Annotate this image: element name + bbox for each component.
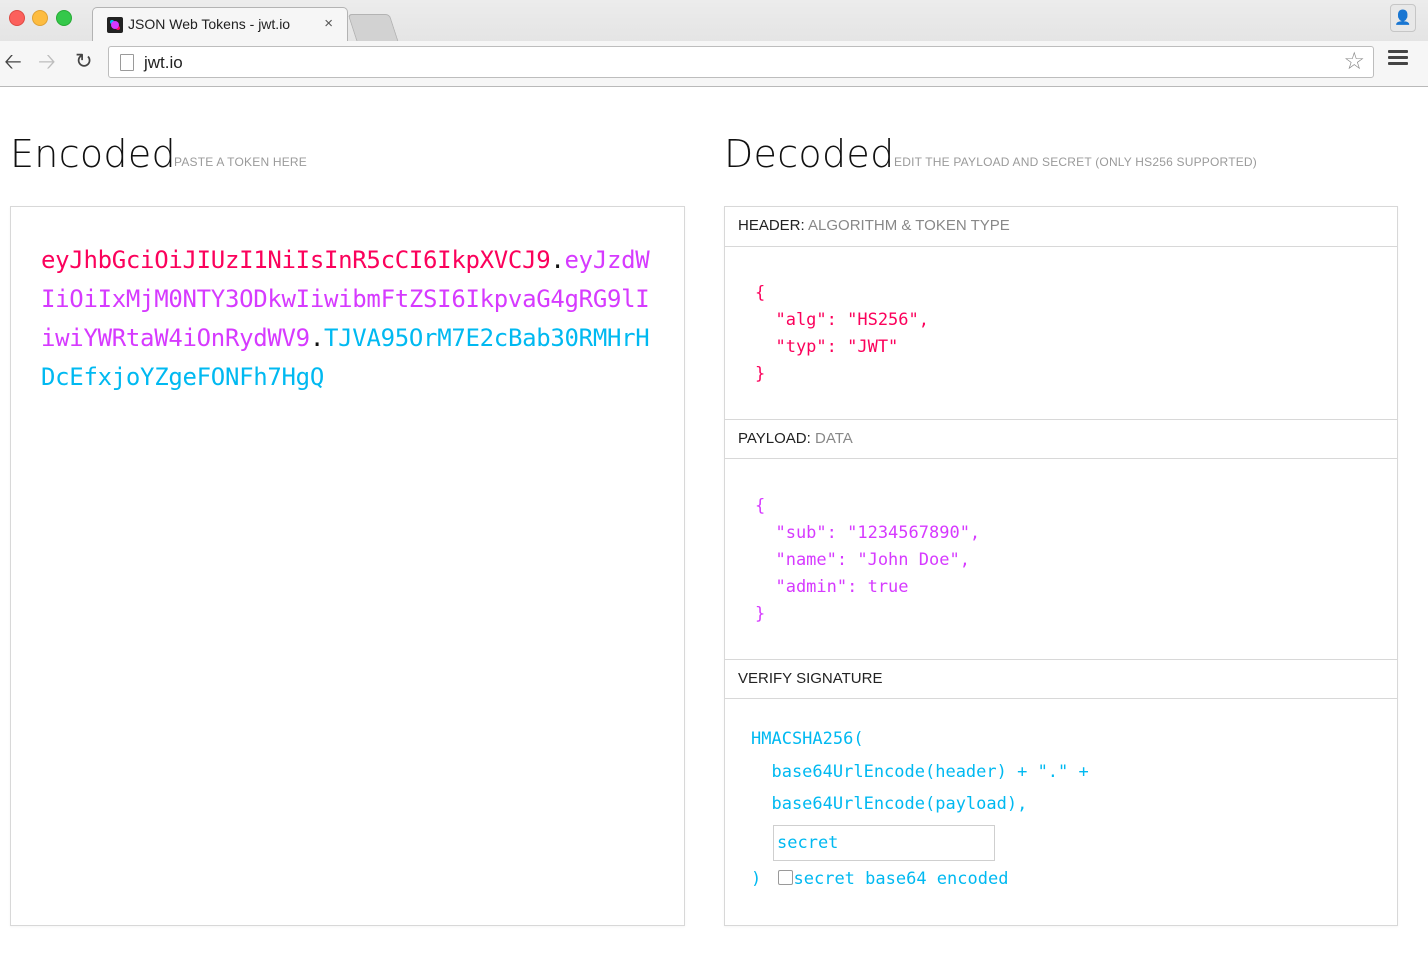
address-bar[interactable]: jwt.io ☆ [108, 46, 1374, 78]
url-text[interactable]: jwt.io [144, 53, 183, 73]
forward-arrow-icon[interactable]: 🡢 [38, 49, 56, 75]
token-separator: . [550, 246, 565, 274]
decoded-panel: HEADER: ALGORITHM & TOKEN TYPE { "alg": … [724, 206, 1398, 926]
header-label: HEADER: [738, 217, 805, 234]
base64-row: ) secret base64 encoded [751, 869, 1008, 889]
secret-input[interactable] [773, 825, 995, 861]
maximize-window-button[interactable] [56, 10, 72, 26]
menu-icon[interactable] [1388, 50, 1408, 66]
browser-toolbar: 🡠 🡢 ↻ jwt.io ☆ [0, 41, 1428, 86]
payload-json-editor[interactable]: { "sub": "1234567890", "name": "John Doe… [755, 493, 980, 628]
close-window-button[interactable] [9, 10, 25, 26]
browser-tab[interactable]: JSON Web Tokens - jwt.io × [92, 7, 348, 41]
star-icon[interactable]: ☆ [1343, 49, 1365, 75]
reload-icon[interactable]: ↻ [75, 49, 93, 75]
token-header-part: eyJhbGciOiJIUzI1NiIsInR5cCI6IkpXVCJ9 [41, 246, 551, 274]
browser-chrome: JSON Web Tokens - jwt.io × 👤 🡠 🡢 ↻ jwt.i… [0, 0, 1428, 87]
profile-icon[interactable]: 👤 [1390, 4, 1416, 32]
payload-sublabel: DATA [814, 430, 853, 447]
decoded-title: Decoded [724, 132, 895, 176]
payload-label: PAYLOAD: [738, 430, 811, 447]
verify-close-paren: ) [751, 869, 762, 889]
payload-section-title: PAYLOAD: DATA [725, 419, 1397, 459]
close-icon[interactable]: × [324, 15, 333, 32]
page-icon [120, 54, 134, 71]
verify-section-title: VERIFY SIGNATURE [725, 659, 1397, 699]
minimize-window-button[interactable] [32, 10, 48, 26]
encoded-subtitle: PASTE A TOKEN HERE [174, 155, 307, 169]
jwt-favicon-icon [107, 17, 123, 33]
secret-base64-label[interactable]: secret base64 encoded [794, 869, 1009, 889]
tab-title: JSON Web Tokens - jwt.io [128, 16, 291, 32]
verify-line-header: base64UrlEncode(header) + "." + [751, 762, 1089, 782]
verify-line-payload: base64UrlEncode(payload), [751, 794, 1028, 814]
encoded-title: Encoded [10, 132, 176, 176]
back-arrow-icon[interactable]: 🡠 [4, 49, 22, 75]
header-json-editor[interactable]: { "alg": "HS256", "typ": "JWT" } [755, 280, 929, 388]
encoded-token[interactable]: eyJhbGciOiJIUzI1NiIsInR5cCI6IkpXVCJ9.eyJ… [41, 241, 661, 397]
encoded-token-panel[interactable]: eyJhbGciOiJIUzI1NiIsInR5cCI6IkpXVCJ9.eyJ… [10, 206, 685, 926]
token-separator: . [309, 324, 324, 352]
verify-label: VERIFY SIGNATURE [738, 670, 883, 687]
header-section-title: HEADER: ALGORITHM & TOKEN TYPE [725, 207, 1397, 247]
header-sublabel: ALGORITHM & TOKEN TYPE [808, 217, 1010, 234]
secret-base64-checkbox[interactable] [777, 870, 793, 885]
new-tab-button[interactable] [347, 14, 399, 41]
verify-line-hmac: HMACSHA256( [751, 729, 864, 749]
decoded-subtitle: EDIT THE PAYLOAD AND SECRET (ONLY HS256 … [894, 155, 1257, 169]
